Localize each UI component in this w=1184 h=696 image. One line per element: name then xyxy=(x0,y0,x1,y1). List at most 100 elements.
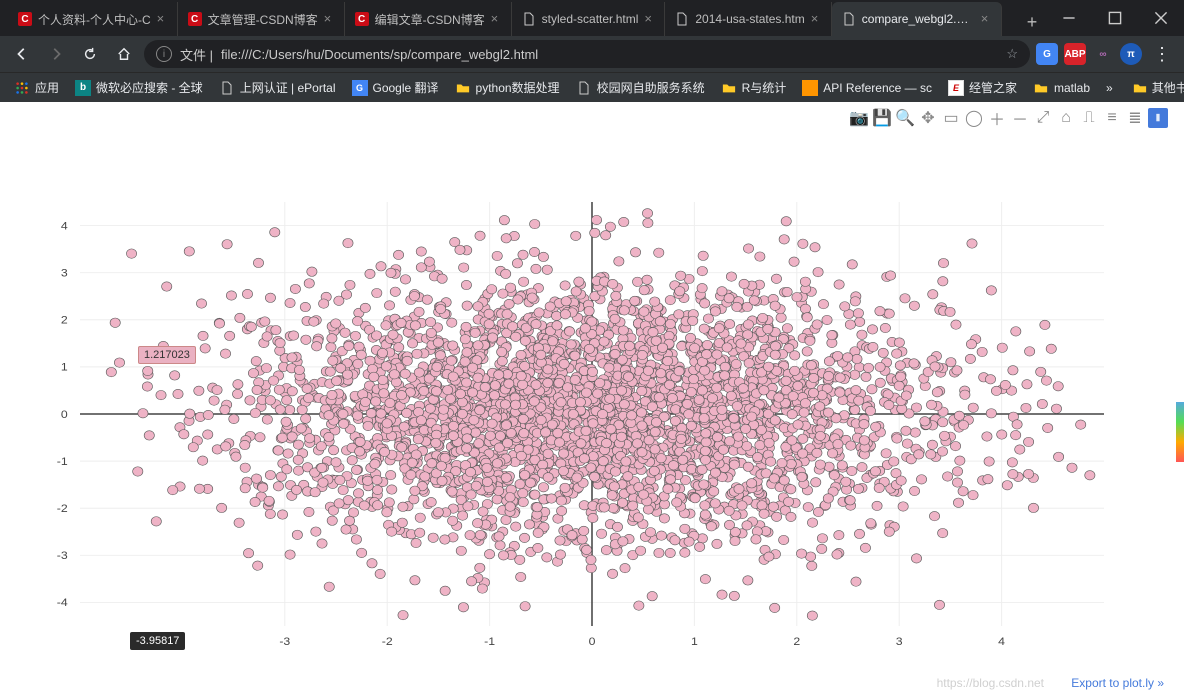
folder-icon xyxy=(1033,80,1049,96)
browser-tab[interactable]: 2014-usa-states.htm × xyxy=(665,2,831,36)
omnibox[interactable]: i 文件 | file:///C:/Users/hu/Documents/sp/… xyxy=(144,40,1030,68)
menu-button[interactable]: ⋮ xyxy=(1148,40,1176,68)
bookmark-item[interactable]: matlab xyxy=(1027,77,1096,99)
bookmark-label: matlab xyxy=(1054,81,1090,95)
browser-tab[interactable]: C 编辑文章-CSDN博客 × xyxy=(345,2,512,36)
tab-favicon xyxy=(842,12,856,26)
bookmark-label: 上网认证 | ePortal xyxy=(240,79,336,96)
close-tab-icon[interactable]: × xyxy=(324,14,334,24)
tab-label: compare_webgl2.html xyxy=(862,12,975,26)
ext-purple[interactable]: ∞ xyxy=(1092,43,1114,65)
hover-compare-icon[interactable]: ≣ xyxy=(1125,108,1145,128)
ext-pi[interactable]: π xyxy=(1120,43,1142,65)
adblock-plus[interactable]: ABP xyxy=(1064,43,1086,65)
tab-label: 2014-usa-states.htm xyxy=(695,12,804,26)
browser-titlebar: C个人资料-个人中心-C×C文章管理-CSDN博客×C编辑文章-CSDN博客×s… xyxy=(0,0,1184,36)
svg-text:-4: -4 xyxy=(57,596,68,609)
lasso-icon[interactable]: ◯ xyxy=(964,108,984,128)
page-content: 📷💾🔍✥▭◯＋－⤢⌂⎍≡≣⦀ -3-2-101234-4-3-2-101234 … xyxy=(0,102,1184,696)
svg-text:2: 2 xyxy=(793,634,800,647)
other-bookmarks[interactable]: 其他书签 xyxy=(1127,76,1184,99)
tab-favicon xyxy=(675,12,689,26)
plotly-modebar: 📷💾🔍✥▭◯＋－⤢⌂⎍≡≣⦀ xyxy=(849,108,1168,128)
site-info-icon[interactable]: i xyxy=(156,46,172,62)
browser-tab[interactable]: compare_webgl2.html × xyxy=(832,2,1002,36)
svg-text:-2: -2 xyxy=(57,501,68,514)
zoom-out-icon[interactable]: － xyxy=(1010,108,1030,128)
gt-icon: G xyxy=(352,80,368,96)
save-icon[interactable]: 💾 xyxy=(872,108,892,128)
bookmark-item[interactable]: E 经管之家 xyxy=(942,76,1023,99)
zoom-in-icon[interactable]: ＋ xyxy=(987,108,1007,128)
svg-text:-3: -3 xyxy=(279,634,290,647)
zoom-icon[interactable]: 🔍 xyxy=(895,108,915,128)
bookmark-item[interactable]: b微软必应搜索 - 全球 xyxy=(69,76,209,99)
browser-tab[interactable]: styled-scatter.html × xyxy=(512,2,666,36)
close-tab-icon[interactable]: × xyxy=(157,14,167,24)
home-button[interactable] xyxy=(110,40,138,68)
hover-closest-icon[interactable]: ≡ xyxy=(1102,108,1122,128)
autoscale-icon[interactable]: ⤢ xyxy=(1033,108,1053,128)
watermark: https://blog.csdn.net xyxy=(937,676,1044,690)
close-tab-icon[interactable]: × xyxy=(491,14,501,24)
bookmark-item[interactable]: python数据处理 xyxy=(449,76,566,99)
svg-text:-1: -1 xyxy=(57,454,68,467)
export-link[interactable]: Export to plot.ly » xyxy=(1071,676,1164,690)
folder-icon xyxy=(721,80,737,96)
close-tab-icon[interactable]: × xyxy=(644,14,654,24)
tab-label: styled-scatter.html xyxy=(542,12,639,26)
select-icon[interactable]: ▭ xyxy=(941,108,961,128)
tab-label: 文章管理-CSDN博客 xyxy=(208,11,318,28)
svg-text:2: 2 xyxy=(61,313,68,326)
back-button[interactable] xyxy=(8,40,36,68)
y-hover-label: 1.217023 xyxy=(138,346,196,364)
bookmark-item[interactable]: 校园网自助服务系统 xyxy=(570,76,711,99)
scatter-plot[interactable]: -3-2-101234-4-3-2-101234 xyxy=(80,202,1104,626)
svg-text:1: 1 xyxy=(691,634,698,647)
window-controls xyxy=(1046,0,1184,36)
star-bookmark-icon[interactable]: ☆ xyxy=(1006,46,1018,62)
bookmark-item[interactable]: R与统计 xyxy=(715,76,793,99)
svg-text:4: 4 xyxy=(998,634,1005,647)
url-prefix: 文件 | xyxy=(180,45,213,64)
minimize-button[interactable] xyxy=(1046,0,1092,36)
close-tab-icon[interactable]: × xyxy=(981,14,991,24)
file-icon xyxy=(219,80,235,96)
camera-icon[interactable]: 📷 xyxy=(849,108,869,128)
spike-icon[interactable]: ⎍ xyxy=(1079,108,1099,128)
side-badge xyxy=(1176,402,1184,462)
bing-icon: b xyxy=(75,80,91,96)
browser-tab[interactable]: C文章管理-CSDN博客× xyxy=(178,2,345,36)
browser-tab[interactable]: C 个人资料-个人中心-C × xyxy=(8,2,178,36)
close-window-button[interactable] xyxy=(1138,0,1184,36)
bookmark-label: API Reference — sc xyxy=(823,81,932,95)
google-translate[interactable]: G xyxy=(1036,43,1058,65)
bookmark-label: 应用 xyxy=(35,79,59,96)
tab-favicon: C xyxy=(355,12,369,26)
bookmark-label: 经管之家 xyxy=(969,79,1017,96)
svg-text:-3: -3 xyxy=(57,549,68,562)
tab-label: 编辑文章-CSDN博客 xyxy=(375,11,485,28)
x-hover-label: -3.95817 xyxy=(130,632,185,650)
tab-label: 个人资料-个人中心-C xyxy=(38,11,151,28)
bookmark-item[interactable]: 应用 xyxy=(8,76,65,99)
jg-icon: E xyxy=(948,80,964,96)
plotly-logo-icon[interactable]: ⦀ xyxy=(1148,108,1168,128)
bookmarks-overflow[interactable]: » xyxy=(1100,78,1119,98)
bookmark-item[interactable]: GGoogle 翻译 xyxy=(346,76,445,99)
tab-strip: C个人资料-个人中心-C×C文章管理-CSDN博客×C编辑文章-CSDN博客×s… xyxy=(8,2,1018,36)
svg-text:3: 3 xyxy=(896,634,903,647)
folder-icon xyxy=(455,80,471,96)
reset-axes-icon[interactable]: ⌂ xyxy=(1056,108,1076,128)
forward-button[interactable] xyxy=(42,40,70,68)
bookmark-item[interactable]: 上网认证 | ePortal xyxy=(213,76,342,99)
reload-button[interactable] xyxy=(76,40,104,68)
tab-favicon: C xyxy=(18,12,32,26)
pan-icon[interactable]: ✥ xyxy=(918,108,938,128)
svg-text:0: 0 xyxy=(589,634,596,647)
bookmark-item[interactable]: API Reference — sc xyxy=(796,77,938,99)
close-tab-icon[interactable]: × xyxy=(811,14,821,24)
bookmarks-bar: 应用 b微软必应搜索 - 全球 上网认证 | ePortal GGoogle 翻译py… xyxy=(0,72,1184,102)
new-tab-button[interactable]: + xyxy=(1018,8,1046,36)
maximize-button[interactable] xyxy=(1092,0,1138,36)
